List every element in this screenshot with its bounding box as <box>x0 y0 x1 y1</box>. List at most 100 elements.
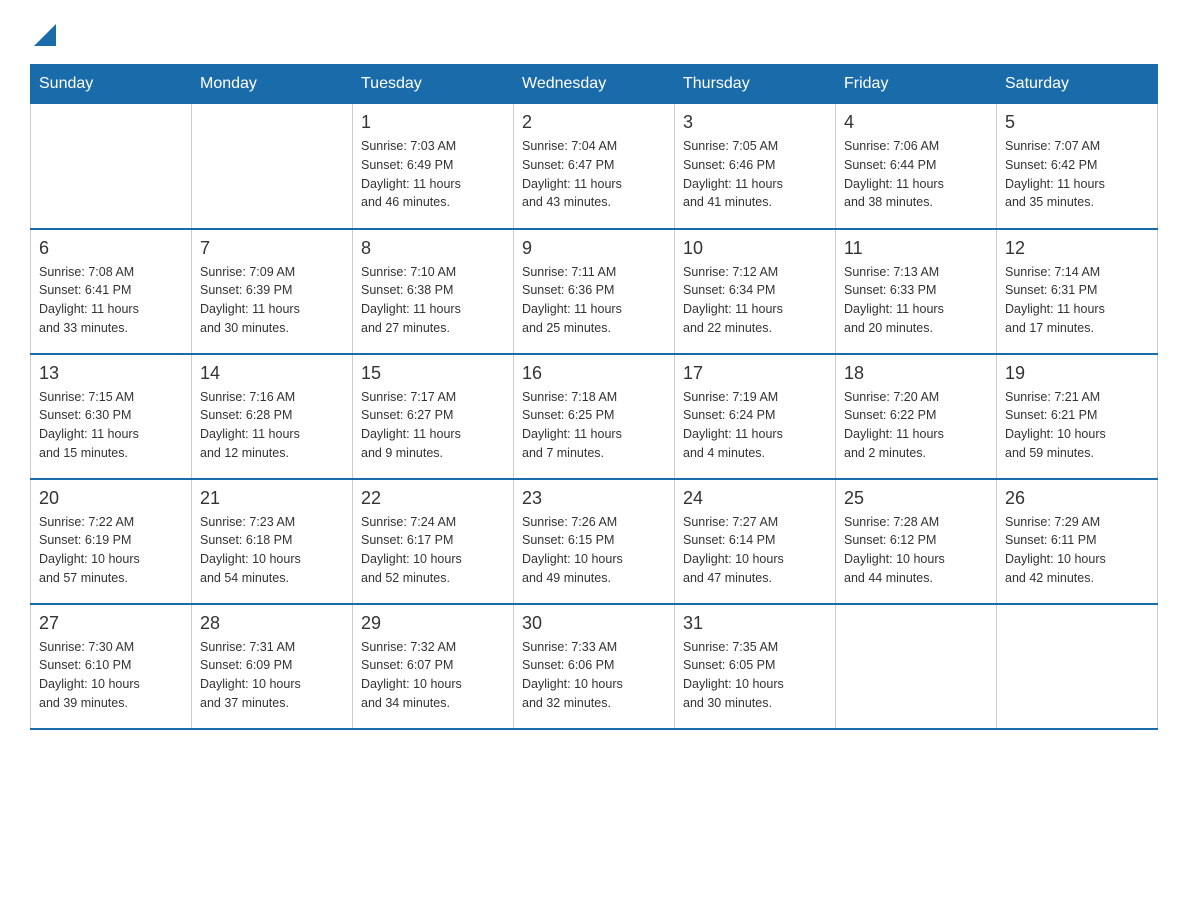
day-info: Sunrise: 7:13 AM Sunset: 6:33 PM Dayligh… <box>844 263 988 338</box>
calendar-week-row: 1 Sunrise: 7:03 AM Sunset: 6:49 PM Daylig… <box>31 104 1158 229</box>
calendar-cell: 5 Sunrise: 7:07 AM Sunset: 6:42 PM Daylig… <box>997 104 1158 229</box>
day-number: 11 <box>844 238 988 259</box>
day-number: 4 <box>844 112 988 133</box>
day-number: 24 <box>683 488 827 509</box>
day-number: 28 <box>200 613 344 634</box>
day-info: Sunrise: 7:28 AM Sunset: 6:12 PM Dayligh… <box>844 513 988 588</box>
calendar-cell: 29 Sunrise: 7:32 AM Sunset: 6:07 PM Dayli… <box>353 604 514 729</box>
day-info: Sunrise: 7:10 AM Sunset: 6:38 PM Dayligh… <box>361 263 505 338</box>
day-info: Sunrise: 7:11 AM Sunset: 6:36 PM Dayligh… <box>522 263 666 338</box>
day-number: 1 <box>361 112 505 133</box>
day-number: 22 <box>361 488 505 509</box>
calendar-cell: 10 Sunrise: 7:12 AM Sunset: 6:34 PM Dayli… <box>675 229 836 354</box>
day-info: Sunrise: 7:07 AM Sunset: 6:42 PM Dayligh… <box>1005 137 1149 212</box>
calendar-table: SundayMondayTuesdayWednesdayThursdayFrid… <box>30 64 1158 730</box>
day-number: 6 <box>39 238 183 259</box>
day-info: Sunrise: 7:31 AM Sunset: 6:09 PM Dayligh… <box>200 638 344 713</box>
day-info: Sunrise: 7:04 AM Sunset: 6:47 PM Dayligh… <box>522 137 666 212</box>
calendar-cell: 27 Sunrise: 7:30 AM Sunset: 6:10 PM Dayli… <box>31 604 192 729</box>
calendar-cell: 22Sunrise: 7:24 AM Sunset: 6:17 PM Dayli… <box>353 479 514 604</box>
weekday-header-monday: Monday <box>192 65 353 104</box>
day-number: 25 <box>844 488 988 509</box>
calendar-cell <box>31 104 192 229</box>
calendar-cell <box>192 104 353 229</box>
day-info: Sunrise: 7:16 AM Sunset: 6:28 PM Dayligh… <box>200 388 344 463</box>
calendar-cell: 4 Sunrise: 7:06 AM Sunset: 6:44 PM Daylig… <box>836 104 997 229</box>
day-info: Sunrise: 7:19 AM Sunset: 6:24 PM Dayligh… <box>683 388 827 463</box>
calendar-cell: 16Sunrise: 7:18 AM Sunset: 6:25 PM Dayli… <box>514 354 675 479</box>
calendar-cell <box>836 604 997 729</box>
calendar-cell: 31 Sunrise: 7:35 AM Sunset: 6:05 PM Dayli… <box>675 604 836 729</box>
calendar-cell: 2 Sunrise: 7:04 AM Sunset: 6:47 PM Daylig… <box>514 104 675 229</box>
weekday-header-sunday: Sunday <box>31 65 192 104</box>
day-number: 8 <box>361 238 505 259</box>
calendar-cell: 19Sunrise: 7:21 AM Sunset: 6:21 PM Dayli… <box>997 354 1158 479</box>
calendar-cell: 12 Sunrise: 7:14 AM Sunset: 6:31 PM Dayli… <box>997 229 1158 354</box>
day-info: Sunrise: 7:20 AM Sunset: 6:22 PM Dayligh… <box>844 388 988 463</box>
day-number: 14 <box>200 363 344 384</box>
day-number: 29 <box>361 613 505 634</box>
day-number: 3 <box>683 112 827 133</box>
weekday-header-tuesday: Tuesday <box>353 65 514 104</box>
day-info: Sunrise: 7:29 AM Sunset: 6:11 PM Dayligh… <box>1005 513 1149 588</box>
calendar-cell: 25 Sunrise: 7:28 AM Sunset: 6:12 PM Dayli… <box>836 479 997 604</box>
day-info: Sunrise: 7:15 AM Sunset: 6:30 PM Dayligh… <box>39 388 183 463</box>
day-number: 26 <box>1005 488 1149 509</box>
calendar-week-row: 27 Sunrise: 7:30 AM Sunset: 6:10 PM Dayli… <box>31 604 1158 729</box>
calendar-week-row: 20 Sunrise: 7:22 AM Sunset: 6:19 PM Dayli… <box>31 479 1158 604</box>
day-number: 9 <box>522 238 666 259</box>
calendar-cell <box>997 604 1158 729</box>
day-info: Sunrise: 7:30 AM Sunset: 6:10 PM Dayligh… <box>39 638 183 713</box>
day-number: 2 <box>522 112 666 133</box>
calendar-cell: 24 Sunrise: 7:27 AM Sunset: 6:14 PM Dayli… <box>675 479 836 604</box>
day-number: 15 <box>361 363 505 384</box>
calendar-cell: 20 Sunrise: 7:22 AM Sunset: 6:19 PM Dayli… <box>31 479 192 604</box>
day-info: Sunrise: 7:32 AM Sunset: 6:07 PM Dayligh… <box>361 638 505 713</box>
calendar-week-row: 13Sunrise: 7:15 AM Sunset: 6:30 PM Dayli… <box>31 354 1158 479</box>
calendar-cell: 3Sunrise: 7:05 AM Sunset: 6:46 PM Daylig… <box>675 104 836 229</box>
day-info: Sunrise: 7:12 AM Sunset: 6:34 PM Dayligh… <box>683 263 827 338</box>
day-info: Sunrise: 7:06 AM Sunset: 6:44 PM Dayligh… <box>844 137 988 212</box>
calendar-cell: 7Sunrise: 7:09 AM Sunset: 6:39 PM Daylig… <box>192 229 353 354</box>
day-info: Sunrise: 7:27 AM Sunset: 6:14 PM Dayligh… <box>683 513 827 588</box>
day-info: Sunrise: 7:23 AM Sunset: 6:18 PM Dayligh… <box>200 513 344 588</box>
day-number: 27 <box>39 613 183 634</box>
calendar-cell: 14 Sunrise: 7:16 AM Sunset: 6:28 PM Dayli… <box>192 354 353 479</box>
day-info: Sunrise: 7:03 AM Sunset: 6:49 PM Dayligh… <box>361 137 505 212</box>
logo-top <box>30 20 62 54</box>
day-number: 21 <box>200 488 344 509</box>
calendar-cell: 17 Sunrise: 7:19 AM Sunset: 6:24 PM Dayli… <box>675 354 836 479</box>
calendar-cell: 8 Sunrise: 7:10 AM Sunset: 6:38 PM Daylig… <box>353 229 514 354</box>
page-header <box>30 20 1158 54</box>
day-number: 7 <box>200 238 344 259</box>
weekday-header-thursday: Thursday <box>675 65 836 104</box>
calendar-cell: 30Sunrise: 7:33 AM Sunset: 6:06 PM Dayli… <box>514 604 675 729</box>
calendar-cell: 23Sunrise: 7:26 AM Sunset: 6:15 PM Dayli… <box>514 479 675 604</box>
day-number: 31 <box>683 613 827 634</box>
calendar-cell: 21 Sunrise: 7:23 AM Sunset: 6:18 PM Dayli… <box>192 479 353 604</box>
weekday-header-saturday: Saturday <box>997 65 1158 104</box>
calendar-cell: 6 Sunrise: 7:08 AM Sunset: 6:41 PM Daylig… <box>31 229 192 354</box>
day-info: Sunrise: 7:35 AM Sunset: 6:05 PM Dayligh… <box>683 638 827 713</box>
day-info: Sunrise: 7:08 AM Sunset: 6:41 PM Dayligh… <box>39 263 183 338</box>
day-number: 5 <box>1005 112 1149 133</box>
calendar-cell: 28 Sunrise: 7:31 AM Sunset: 6:09 PM Dayli… <box>192 604 353 729</box>
weekday-header-friday: Friday <box>836 65 997 104</box>
calendar-cell: 26 Sunrise: 7:29 AM Sunset: 6:11 PM Dayli… <box>997 479 1158 604</box>
calendar-cell: 18 Sunrise: 7:20 AM Sunset: 6:22 PM Dayli… <box>836 354 997 479</box>
weekday-header-wednesday: Wednesday <box>514 65 675 104</box>
calendar-cell: 13Sunrise: 7:15 AM Sunset: 6:30 PM Dayli… <box>31 354 192 479</box>
day-number: 12 <box>1005 238 1149 259</box>
day-number: 16 <box>522 363 666 384</box>
logo-triangle-icon <box>34 20 56 54</box>
day-info: Sunrise: 7:22 AM Sunset: 6:19 PM Dayligh… <box>39 513 183 588</box>
day-number: 18 <box>844 363 988 384</box>
day-info: Sunrise: 7:33 AM Sunset: 6:06 PM Dayligh… <box>522 638 666 713</box>
day-number: 17 <box>683 363 827 384</box>
day-number: 20 <box>39 488 183 509</box>
logo <box>30 20 62 54</box>
day-info: Sunrise: 7:14 AM Sunset: 6:31 PM Dayligh… <box>1005 263 1149 338</box>
calendar-cell: 9 Sunrise: 7:11 AM Sunset: 6:36 PM Daylig… <box>514 229 675 354</box>
calendar-body: 1 Sunrise: 7:03 AM Sunset: 6:49 PM Daylig… <box>31 104 1158 729</box>
day-number: 10 <box>683 238 827 259</box>
